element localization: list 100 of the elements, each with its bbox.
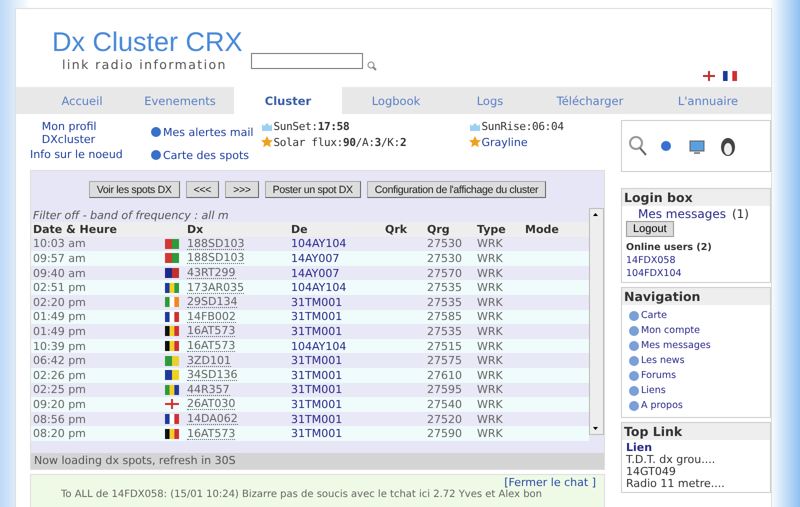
de-link[interactable]: 31TM001 bbox=[291, 310, 385, 324]
nav-link[interactable]: A propos bbox=[641, 400, 683, 412]
nav-link[interactable]: Mes messages bbox=[641, 340, 711, 352]
nav-link[interactable]: Mon compte bbox=[641, 325, 700, 337]
de-link[interactable]: 31TM001 bbox=[291, 427, 385, 440]
dx-link[interactable]: 14DA062 bbox=[187, 413, 238, 426]
flag-icon[interactable] bbox=[703, 71, 715, 81]
dx-link[interactable]: 34SD136 bbox=[187, 369, 238, 382]
user-link[interactable]: 14FDX058 bbox=[626, 255, 766, 267]
top-link-item[interactable]: Radio 11 metre.... bbox=[626, 478, 766, 490]
time-cell-text: 02:25 pm bbox=[33, 383, 87, 396]
nav-link[interactable]: Liens bbox=[641, 385, 666, 397]
dx-link[interactable]: 188SD103 bbox=[187, 238, 244, 250]
qrg-cell-text: 27585 bbox=[427, 310, 463, 324]
dx-link[interactable]: 29SD134 bbox=[187, 296, 238, 308]
dx-link[interactable]: 188SD103 bbox=[187, 252, 244, 264]
de-link[interactable]: 104AY104 bbox=[291, 237, 385, 250]
qrg-cell-text: 27540 bbox=[427, 398, 463, 411]
time-cell-text: 06:42 pm bbox=[33, 354, 87, 368]
type-cell-text: WRK bbox=[477, 266, 504, 280]
dx-link[interactable]: 43RT299 bbox=[187, 267, 236, 280]
nav-link[interactable]: Forums bbox=[641, 370, 676, 382]
scrollbar[interactable] bbox=[589, 208, 604, 435]
dx-link[interactable]: 3ZD101 bbox=[187, 354, 231, 367]
column-header: Type bbox=[477, 222, 507, 236]
type-cell-text: WRK bbox=[477, 237, 504, 250]
de-link[interactable]: 31TM001 bbox=[291, 354, 385, 368]
de-link[interactable]: 31TM001 bbox=[291, 383, 385, 396]
type-cell-text: WRK bbox=[477, 368, 504, 382]
dx-link[interactable]: 16AT573 bbox=[187, 340, 236, 352]
nav-link[interactable]: Les news bbox=[641, 355, 685, 367]
quick-link[interactable]: Carte des spots bbox=[163, 149, 249, 162]
column-header: De bbox=[291, 222, 309, 236]
top-link-item[interactable]: 14GT049 bbox=[626, 466, 766, 478]
dx-link[interactable]: 44R357 bbox=[187, 384, 230, 396]
star-icon bbox=[469, 136, 482, 148]
time-cell-text: 08:20 pm bbox=[33, 427, 87, 440]
cluster-button[interactable]: >>> bbox=[225, 181, 259, 198]
time-cell-text: 10:39 pm bbox=[33, 340, 87, 353]
box-title: Login box bbox=[622, 189, 770, 206]
type-cell-text: WRK bbox=[477, 252, 504, 265]
column-header: Qrg bbox=[427, 222, 451, 236]
dx-link[interactable]: 14FB002 bbox=[187, 310, 236, 323]
nav-icon bbox=[628, 385, 640, 397]
de-link[interactable]: 31TM001 bbox=[291, 412, 385, 426]
nav-icon bbox=[628, 310, 640, 322]
de-link[interactable]: 31TM001 bbox=[291, 368, 385, 382]
search-icon[interactable] bbox=[366, 61, 377, 71]
qrg-cell-text: 27590 bbox=[427, 427, 463, 440]
nav-icon bbox=[628, 325, 640, 337]
qrg-cell-text: 27575 bbox=[427, 354, 463, 368]
qrg-cell-text: 27535 bbox=[427, 281, 463, 294]
time-cell-text: 10:03 am bbox=[33, 237, 87, 250]
qrg-cell-text: 27515 bbox=[427, 340, 463, 353]
type-cell-text: WRK bbox=[477, 427, 504, 440]
type-cell-text: WRK bbox=[477, 340, 504, 353]
de-link[interactable]: 31TM001 bbox=[291, 398, 385, 411]
grayline-link[interactable]: Grayline bbox=[481, 136, 528, 149]
cluster-button[interactable]: <<< bbox=[186, 181, 220, 198]
top-link-item[interactable]: T.D.T. dx grou.... bbox=[626, 454, 766, 466]
cluster-button[interactable]: Configuration de l'affichage du cluster bbox=[366, 181, 546, 198]
profile-link[interactable]: Mon profil DXcluster bbox=[30, 120, 142, 146]
de-link[interactable]: 31TM001 bbox=[291, 296, 385, 309]
node-info-link[interactable]: Info sur le noeud bbox=[30, 148, 142, 161]
de-link[interactable]: 14AY007 bbox=[291, 252, 385, 265]
de-link[interactable]: 104AY104 bbox=[291, 340, 385, 353]
dx-link[interactable]: 26AT030 bbox=[187, 398, 236, 410]
qrg-cell-text: 27610 bbox=[427, 368, 463, 382]
star-icon bbox=[261, 136, 274, 148]
user-link[interactable]: 104FDX104 bbox=[626, 268, 766, 280]
logout-button[interactable]: Logout bbox=[626, 221, 674, 237]
top-link-heading: Lien bbox=[626, 442, 654, 454]
flag-icon[interactable] bbox=[723, 71, 737, 81]
chat-message: To ALL de 14FDX058: (15/01 10:24) Bizarre pas de soucis avec le tchat ici 2.72 Yves et Alex bon bbox=[61, 489, 544, 500]
dx-link[interactable]: 16AT573 bbox=[187, 325, 236, 338]
status-bar: Now loading dx spots, refresh in 30S bbox=[31, 453, 604, 469]
type-cell-text: WRK bbox=[477, 398, 504, 411]
nav-link[interactable]: Carte bbox=[641, 310, 667, 322]
messages-link[interactable]: Mes messages bbox=[626, 208, 726, 220]
nav-icon bbox=[628, 340, 640, 352]
de-link[interactable]: 14AY007 bbox=[291, 266, 385, 280]
de-link[interactable]: 104AY104 bbox=[291, 281, 385, 294]
column-header: Qrk bbox=[385, 222, 408, 236]
dx-link[interactable]: 16AT573 bbox=[187, 428, 236, 440]
dx-link[interactable]: 173AR035 bbox=[187, 282, 244, 294]
quick-link[interactable]: Mes alertes mail bbox=[163, 126, 254, 139]
cluster-button[interactable]: Voir les spots DX bbox=[88, 181, 180, 198]
qrg-cell-text: 27535 bbox=[427, 296, 463, 309]
time-cell-text: 01:49 pm bbox=[33, 324, 87, 338]
type-cell-text: WRK bbox=[477, 324, 504, 338]
time-cell-text: 09:20 pm bbox=[33, 398, 87, 411]
close-chat-link[interactable]: [Fermer le chat ] bbox=[504, 476, 596, 489]
type-cell-text: WRK bbox=[477, 310, 504, 324]
search-icon[interactable] bbox=[628, 135, 648, 157]
type-cell-text: WRK bbox=[477, 383, 504, 396]
nav-icon bbox=[628, 355, 640, 367]
cluster-button[interactable]: Poster un spot DX bbox=[264, 181, 361, 198]
nav-tab[interactable]: Cluster bbox=[234, 87, 342, 114]
search-field[interactable] bbox=[250, 53, 363, 69]
de-link[interactable]: 31TM001 bbox=[291, 324, 385, 338]
